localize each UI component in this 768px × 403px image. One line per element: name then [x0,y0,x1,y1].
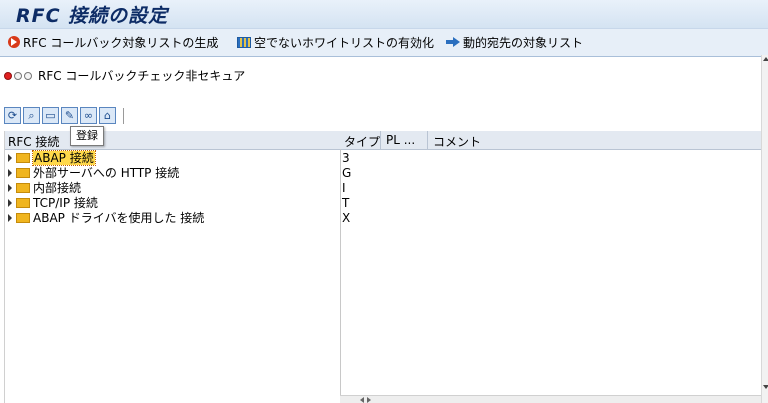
tree-node-label[interactable]: ABAP 接続 [32,150,96,166]
refresh-button[interactable]: ⟳ [4,107,21,124]
column-header-type[interactable]: タイプ [344,133,380,150]
tree-row-abap[interactable]: ABAP 接続 3 [5,150,762,166]
execute-icon [8,36,20,48]
toolbar-separator [123,108,124,124]
traffic-light-yellow-icon [14,71,22,80]
edit-icon: ✎ [64,109,75,122]
tree-icon-toolbar: ⟳ ⌕ ▭ ✎ ∞ ⌂ [4,107,116,124]
column-header-rfc-connection[interactable]: RFC 接続 [8,133,59,150]
folder-icon [16,213,30,223]
tree-row-internal[interactable]: 内部接続 I [5,181,762,195]
folder-icon [16,153,30,163]
application-toolbar: RFC コールバック対象リストの生成 空でないホワイトリストの有効化 動的宛先の… [0,28,768,57]
create-button[interactable]: ▭ [42,107,59,124]
find-icon: ⌕ [28,108,35,122]
expand-icon[interactable] [8,199,12,207]
column-divider [380,131,381,149]
tree-header: RFC 接続 タイプ PL ... コメント [5,131,762,150]
tree-node-label[interactable]: ABAP ドライバを使用した 接続 [33,211,204,225]
glasses-icon: ∞ [83,109,94,122]
expand-icon[interactable] [8,184,12,192]
refresh-icon: ⟳ [7,109,18,122]
find-button[interactable]: ⌕ [23,107,40,124]
folder-icon [16,198,30,208]
expand-icon[interactable] [8,154,12,162]
tree-node-type: 3 [342,151,350,165]
folder-icon [16,183,30,193]
column-divider [427,131,428,149]
create-icon: ▭ [45,109,56,122]
edit-button[interactable]: ✎ [61,107,78,124]
vertical-scrollbar[interactable] [761,55,768,403]
page-title: RFC 接続の設定 [16,5,169,27]
tree-node-type: X [342,211,351,225]
tree-node-label[interactable]: 外部サーバへの HTTP 接続 [33,166,179,180]
title-bar: RFC 接続の設定 [0,0,768,28]
scroll-up-icon[interactable] [763,57,768,61]
tree-node-type: I [342,181,346,195]
activate-whitelist-button[interactable]: 空でないホワイトリストの有効化 [237,33,434,51]
horizontal-scrollbar[interactable] [340,395,761,403]
tooltip: 登録 [70,126,104,146]
activate-whitelist-label: 空でないホワイトリストの有効化 [254,35,435,50]
tree-node-type: T [342,196,350,210]
display-button[interactable]: ∞ [80,107,97,124]
tree-row-http[interactable]: 外部サーバへの HTTP 接続 G [5,166,762,180]
arrow-right-icon [446,37,460,47]
status-text: RFC コールバックチェック非セキュア [38,69,246,83]
dynamic-destinations-label: 動的宛先の対象リスト [463,35,584,50]
generate-callback-list-label: RFC コールバック対象リストの生成 [23,35,219,50]
tree-node-label[interactable]: 内部接続 [33,181,81,195]
traffic-light-green-icon [24,71,32,80]
tree-row-abap-driver[interactable]: ABAP ドライバを使用した 接続 X [5,211,762,225]
tree-node-label[interactable]: TCP/IP 接続 [33,196,98,210]
traffic-light-red-icon [4,71,12,80]
expand-icon[interactable] [8,169,12,177]
generate-callback-list-button[interactable]: RFC コールバック対象リストの生成 [8,33,218,51]
scroll-down-icon[interactable] [763,385,768,389]
callback-check-status: RFC コールバックチェック非セキュア [4,67,245,84]
tree-node-type: G [342,166,352,180]
delete-icon: ⌂ [104,109,111,122]
column-header-pl[interactable]: PL ... [386,133,415,147]
tree-row-tcpip[interactable]: TCP/IP 接続 T [5,196,762,210]
delete-button[interactable]: ⌂ [99,107,116,124]
whitelist-icon [237,36,251,48]
scroll-left-icon[interactable] [360,397,364,403]
rfc-connection-tree: RFC 接続 タイプ PL ... コメント ABAP 接続 3 外部サーバへの… [4,131,762,403]
scroll-right-icon[interactable] [367,397,371,403]
folder-icon [16,168,30,178]
dynamic-destinations-button[interactable]: 動的宛先の対象リスト [446,33,583,51]
column-header-comment[interactable]: コメント [433,133,481,150]
expand-icon[interactable] [8,214,12,222]
